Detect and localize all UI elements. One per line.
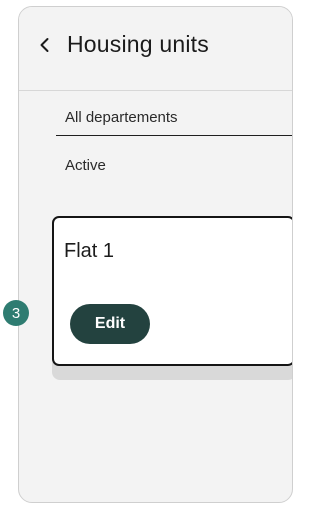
unit-name: Flat 1	[64, 240, 115, 262]
housing-unit-card[interactable]: Flat 1 Edit	[52, 216, 292, 366]
filter-active[interactable]: Active	[65, 157, 106, 174]
phone-frame: Housing units All departements Active Fl…	[18, 6, 293, 503]
filter-divider	[56, 135, 292, 136]
page-title: Housing units	[67, 31, 209, 57]
filter-all-departements[interactable]: All departements	[65, 109, 178, 126]
edit-button[interactable]: Edit	[70, 304, 150, 344]
chevron-left-icon[interactable]	[37, 33, 51, 57]
step-badge: 3	[3, 300, 29, 326]
header-bar: Housing units	[19, 7, 292, 91]
